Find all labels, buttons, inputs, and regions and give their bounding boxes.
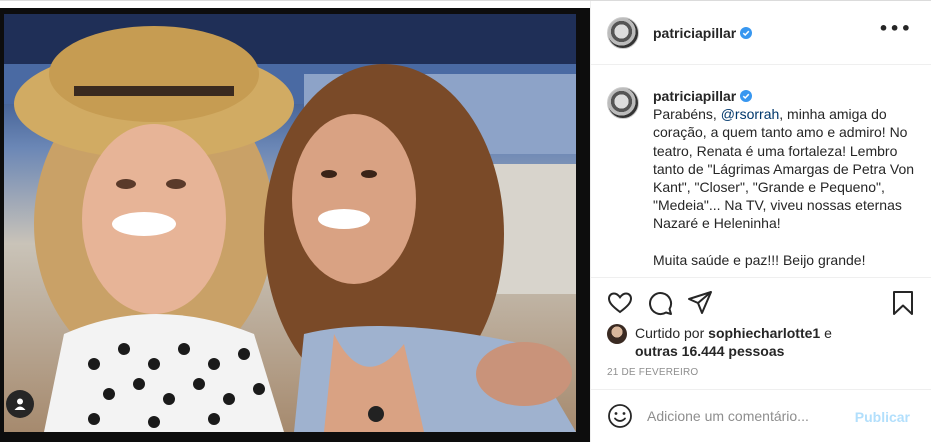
likes-prefix: Curtido por xyxy=(635,325,709,341)
bookmark-icon[interactable] xyxy=(890,290,916,316)
liker-username[interactable]: sophiecharlotte1 xyxy=(708,325,820,341)
comment-icon[interactable] xyxy=(647,290,673,316)
header-username[interactable]: patriciapillar xyxy=(653,25,736,41)
caption-text: patriciapillar Parabéns, @rsorrah, minha… xyxy=(653,87,915,277)
likes-summary: Curtido por sophiecharlotte1 e outras 16… xyxy=(607,324,832,360)
caption-avatar[interactable] xyxy=(607,87,639,119)
caption-username[interactable]: patriciapillar xyxy=(653,88,736,104)
heart-icon[interactable] xyxy=(607,290,633,316)
liker-avatar[interactable] xyxy=(607,324,627,344)
caption-mention-link[interactable]: @rsorrah xyxy=(721,106,780,122)
post-photo[interactable] xyxy=(4,14,576,432)
likes-middle: e xyxy=(820,325,832,341)
verified-badge-icon xyxy=(740,26,753,39)
user-tag-icon xyxy=(14,398,26,410)
post-caption: patriciapillar Parabéns, @rsorrah, minha… xyxy=(591,65,931,277)
post-date[interactable]: 21 DE FEVEREIRO xyxy=(607,367,698,378)
photo-illustration xyxy=(4,14,576,432)
action-icon-row xyxy=(607,290,916,316)
likes-text: Curtido por sophiecharlotte1 e outras 16… xyxy=(635,324,832,360)
caption-paragraph-2: Muita saúde e paz!!! Beijo grande! xyxy=(653,251,866,268)
tagged-users-button[interactable] xyxy=(6,390,34,418)
comment-form: Publicar xyxy=(591,389,931,442)
caption-body-start: Parabéns, xyxy=(653,106,721,123)
likes-count-link[interactable]: outras 16.444 pessoas xyxy=(635,343,784,359)
comment-input[interactable] xyxy=(647,408,847,424)
caption-body-end: , minha amiga do coração, a quem tanto a… xyxy=(653,106,915,232)
instagram-post: patriciapillar ••• patriciapillar Parabé… xyxy=(0,0,931,442)
publish-button[interactable]: Publicar xyxy=(855,409,910,425)
verified-badge-icon xyxy=(740,90,753,102)
post-header: patriciapillar ••• xyxy=(591,1,931,65)
avatar[interactable] xyxy=(607,16,639,49)
more-options-button[interactable]: ••• xyxy=(878,19,912,38)
post-photo-panel xyxy=(0,8,590,442)
post-sidebar: patriciapillar ••• patriciapillar Parabé… xyxy=(590,1,931,442)
emoji-icon[interactable] xyxy=(607,403,633,429)
share-icon[interactable] xyxy=(687,290,713,316)
